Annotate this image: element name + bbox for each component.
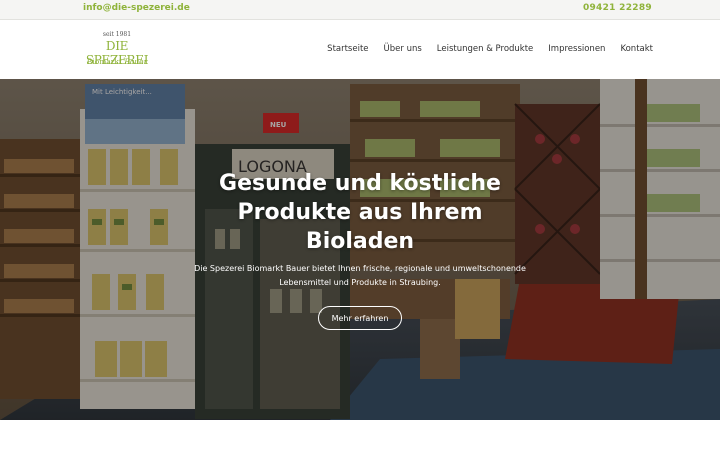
hero-description: Die Spezerei Biomarkt Bauer bietet Ihnen…	[194, 264, 526, 287]
phone-link[interactable]: 09421 22289	[583, 3, 652, 13]
nav-startseite[interactable]: Startseite	[327, 44, 368, 54]
nav-kontakt[interactable]: Kontakt	[620, 44, 653, 54]
logo-sub-text: Biomarkt	[86, 57, 122, 66]
main-nav: Startseite Über uns Leistungen & Produkt…	[327, 44, 653, 54]
nav-impressionen[interactable]: Impressionen	[548, 44, 605, 54]
hero-section: Mit Leichtigkeit... NEU LOGONA Gesunde u…	[0, 79, 720, 420]
nav-leistungen-produkte[interactable]: Leistungen & Produkte	[437, 44, 534, 54]
logo-since: seit 1981	[102, 31, 132, 38]
page-content-start	[0, 420, 720, 450]
hero-headline: Gesunde und köstliche Produkte aus Ihrem…	[219, 171, 501, 254]
more-info-button[interactable]: Mehr erfahren	[318, 306, 402, 330]
logo-subtitle: Biomarkt Bauer	[76, 57, 158, 66]
site-logo[interactable]: seit 1981 DIE SPEZEREI Biomarkt Bauer	[76, 29, 158, 71]
top-bar: info@die-spezerei.de 09421 22289	[0, 0, 720, 20]
site-header: seit 1981 DIE SPEZEREI Biomarkt Bauer St…	[0, 21, 720, 79]
email-link[interactable]: info@die-spezerei.de	[83, 3, 190, 13]
nav-ueber-uns[interactable]: Über uns	[384, 44, 422, 54]
logo-script: Bauer	[124, 57, 148, 66]
